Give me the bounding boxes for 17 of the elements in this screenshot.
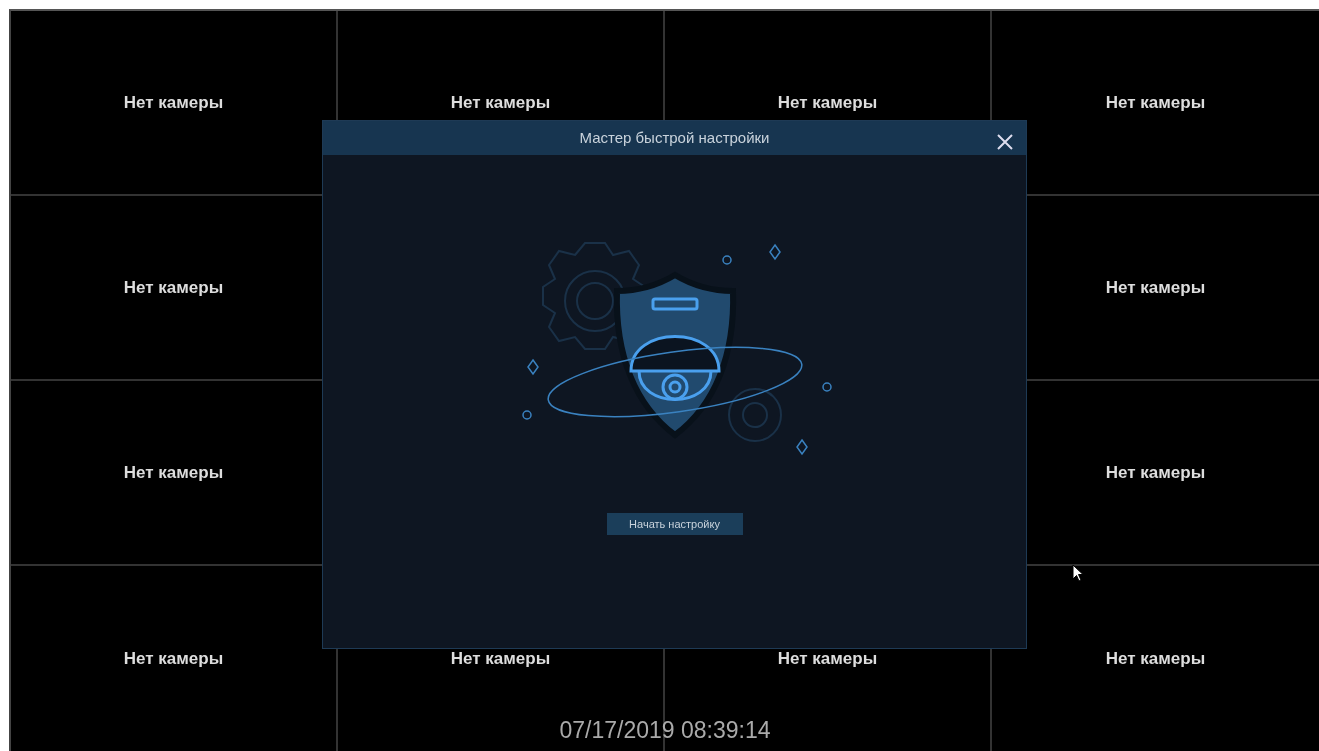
- no-camera-label: Нет камеры: [123, 276, 224, 299]
- date-time-text: 07/17/2019 08:39:14: [559, 716, 771, 743]
- start-setup-button[interactable]: Начать настройку: [606, 513, 743, 535]
- dialog-title: Мастер быстрой настройки: [579, 127, 770, 148]
- no-camera-label: Нет камеры: [123, 91, 224, 114]
- no-camera-label: Нет камеры: [123, 461, 224, 484]
- no-camera-label: Нет камеры: [1105, 91, 1206, 114]
- no-camera-label: Нет камеры: [1105, 276, 1206, 299]
- mouse-cursor-icon: [1072, 564, 1084, 582]
- no-camera-label: Нет камеры: [123, 647, 224, 670]
- close-icon: [996, 132, 1014, 151]
- no-camera-label: Нет камеры: [450, 91, 551, 114]
- no-camera-label: Нет камеры: [1105, 461, 1206, 484]
- no-camera-label: Нет камеры: [777, 91, 878, 114]
- no-camera-label: Нет камеры: [1105, 647, 1206, 670]
- no-camera-label: Нет камеры: [777, 647, 878, 670]
- no-camera-label: Нет камеры: [450, 647, 551, 670]
